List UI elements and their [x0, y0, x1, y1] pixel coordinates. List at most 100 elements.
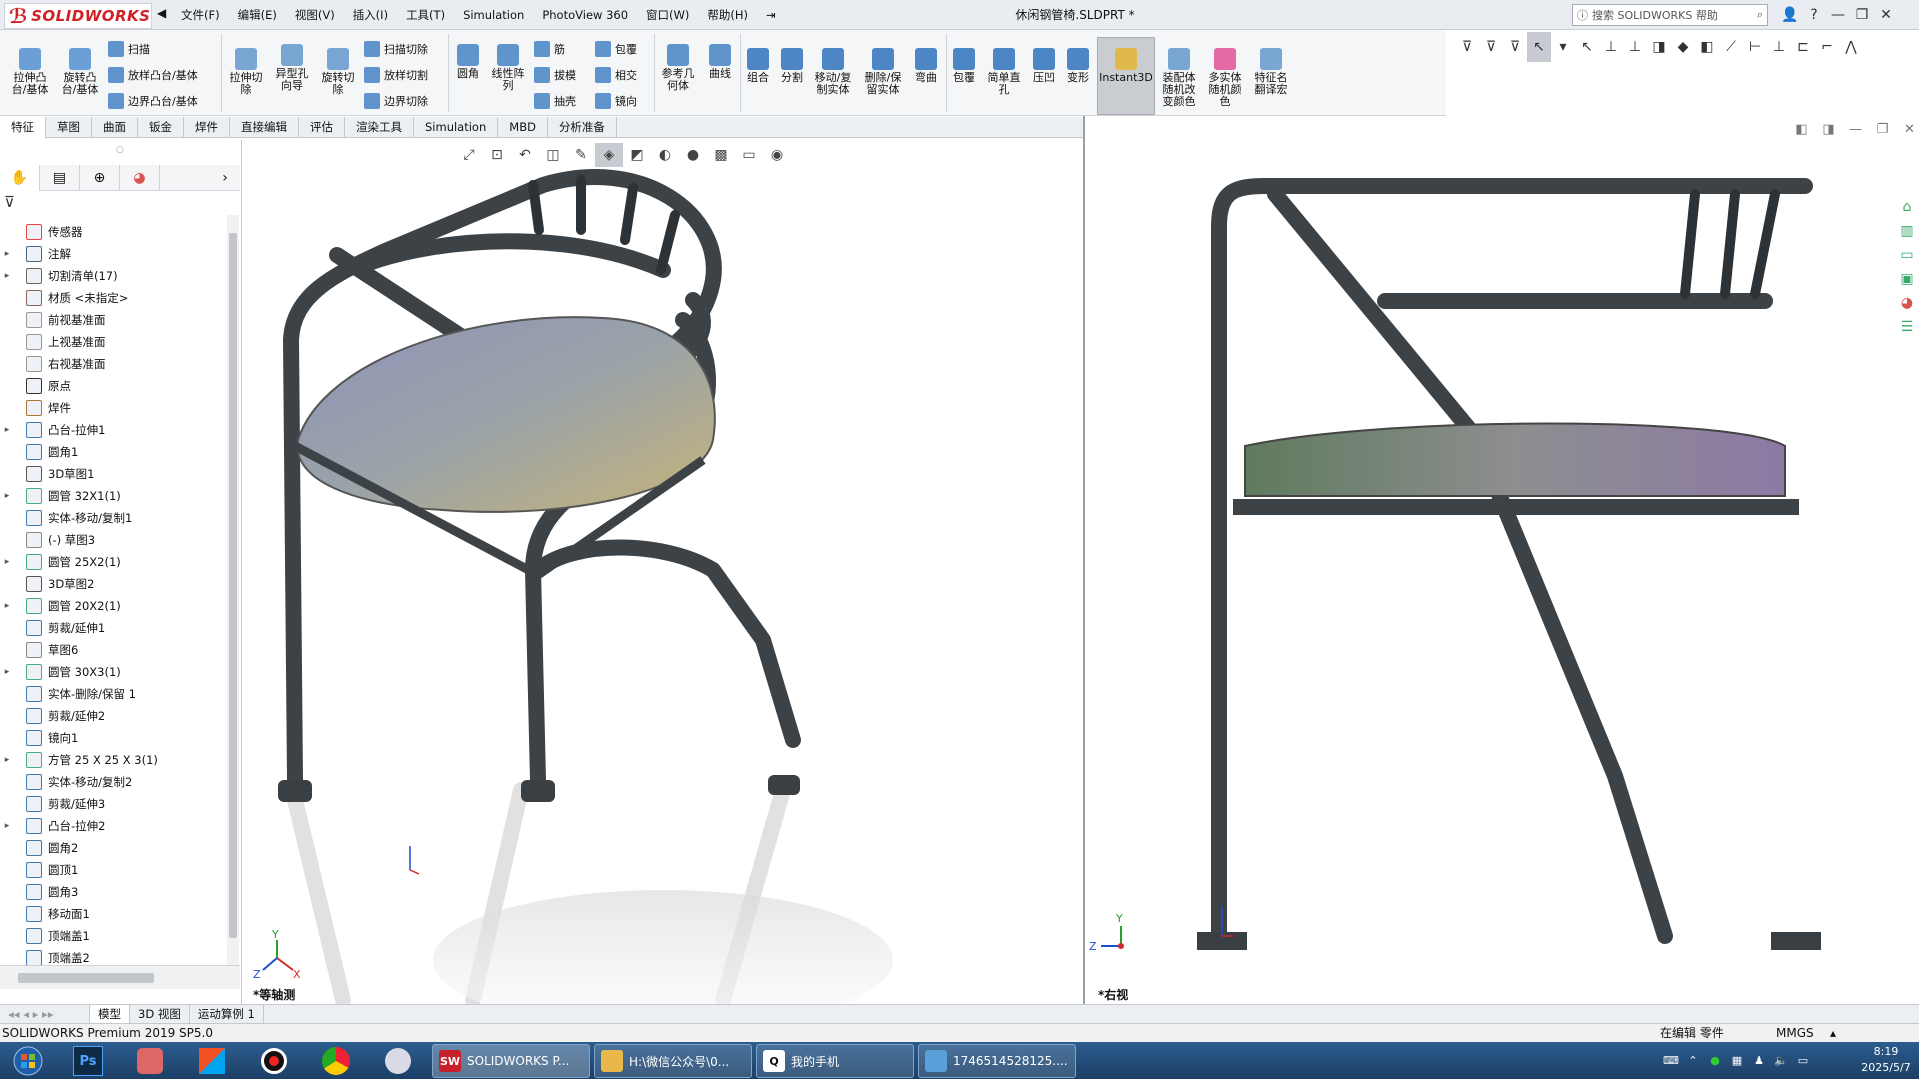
more-icon[interactable]: ⋀: [1839, 32, 1863, 62]
dimension-icon[interactable]: ⊢: [1743, 32, 1767, 62]
home-icon[interactable]: ⌂: [1896, 195, 1918, 219]
configuration-tab-icon[interactable]: ⊕: [80, 165, 120, 191]
tab-analysis-prep[interactable]: 分析准备: [548, 117, 617, 138]
menu-window[interactable]: 窗口(W): [637, 0, 698, 30]
wrap-button[interactable]: 包覆: [595, 38, 637, 60]
zoom-to-fit-icon[interactable]: ⤢: [455, 143, 483, 167]
horizontal-scroll-thumb[interactable]: [18, 973, 154, 983]
wrap-feature-button[interactable]: 包覆: [948, 48, 980, 84]
minimize-icon[interactable]: —: [1826, 0, 1850, 30]
keyboard-icon[interactable]: ⌨: [1660, 1054, 1682, 1067]
tree-node[interactable]: ▸ 圆管 25X2(1): [0, 551, 121, 573]
vertex-icon[interactable]: ⊥: [1767, 32, 1791, 62]
loft-cut-button[interactable]: 放样切割: [364, 64, 428, 86]
tree-node[interactable]: 实体-移动/复制1: [0, 507, 132, 529]
graphics-area-isometric[interactable]: Y Z X: [243, 140, 1083, 1030]
graphics-area-right[interactable]: YZ: [1085, 116, 1919, 1004]
feature-translate-button[interactable]: 特征名 翻译宏: [1250, 48, 1292, 96]
expand-icon[interactable]: ▸: [0, 491, 14, 501]
linear-pattern-button[interactable]: 线性阵 列: [486, 44, 530, 92]
clock[interactable]: 8:19 2025/5/7: [1856, 1044, 1916, 1076]
tree-node[interactable]: 实体-删除/保留 1: [0, 683, 136, 705]
viewport-restore-icon[interactable]: ❐: [1869, 122, 1896, 137]
menu-edit[interactable]: 编辑(E): [229, 0, 286, 30]
viewport-next-icon[interactable]: ◨: [1815, 122, 1842, 137]
tree-node[interactable]: ▸ 凸台-拉伸2: [0, 815, 105, 837]
user-icon[interactable]: 👤: [1778, 0, 1802, 30]
photoshop-icon[interactable]: Ps: [73, 1046, 103, 1076]
property-manager-tab-icon[interactable]: ▤: [40, 165, 80, 191]
menu-insert[interactable]: 插入(I): [344, 0, 397, 30]
expand-icon[interactable]: ▸: [0, 271, 14, 281]
hole-wizard-button[interactable]: 异型孔 向导: [270, 44, 314, 92]
menu-help[interactable]: 帮助(H): [698, 0, 757, 30]
loft-boss-button[interactable]: 放样凸台/基体: [108, 64, 198, 86]
help-question-icon[interactable]: ?: [1802, 0, 1826, 30]
tree-node[interactable]: 移动面1: [0, 903, 90, 925]
menu-photoview[interactable]: PhotoView 360: [533, 0, 637, 30]
tab-simulation[interactable]: Simulation: [414, 117, 499, 138]
tab-mbd[interactable]: MBD: [498, 117, 548, 138]
filter-color-icon[interactable]: ⊽: [1503, 32, 1527, 62]
boundary-cut-button[interactable]: 边界切除: [364, 90, 428, 112]
file-explorer-icon[interactable]: ▣: [1896, 267, 1918, 291]
realview-icon[interactable]: ◉: [763, 143, 791, 167]
tab-render-tools[interactable]: 渲染工具: [345, 117, 414, 138]
appearance-tab-icon[interactable]: ◕: [120, 165, 160, 191]
section-view-icon[interactable]: ◫: [539, 143, 567, 167]
origin-select-icon[interactable]: ⌐: [1815, 32, 1839, 62]
select-disabled-icon[interactable]: ↖: [1575, 32, 1599, 62]
expand-panel-icon[interactable]: ›: [210, 165, 240, 191]
tree-node[interactable]: 上视基准面: [0, 331, 106, 353]
tree-node[interactable]: 3D草图2: [0, 573, 95, 595]
combine-button[interactable]: 组合: [742, 48, 774, 84]
menu-file[interactable]: 文件(F): [172, 0, 229, 30]
custom-properties-icon[interactable]: ☰: [1896, 315, 1918, 339]
expand-icon[interactable]: ▸: [0, 821, 14, 831]
menu-tools[interactable]: 工具(T): [397, 0, 454, 30]
app-pin-2-icon[interactable]: [125, 1045, 175, 1077]
dropdown-icon[interactable]: ▾: [1551, 32, 1575, 62]
tree-node[interactable]: ▸ 圆管 32X1(1): [0, 485, 121, 507]
view-orientation-icon[interactable]: ◈: [595, 143, 623, 167]
resources-icon[interactable]: ▥: [1896, 219, 1918, 243]
simple-hole-button[interactable]: 简单直 孔: [982, 48, 1026, 96]
start-button[interactable]: [6, 1043, 50, 1079]
search-icon[interactable]: ⌕: [1757, 8, 1763, 22]
extrude-boss-button[interactable]: 拉伸凸 台/基体: [8, 48, 52, 96]
tree-node[interactable]: ▸ 凸台-拉伸1: [0, 419, 105, 441]
viewport-minimize-icon[interactable]: —: [1842, 122, 1869, 137]
tab-sheet-metal[interactable]: 钣金: [138, 117, 184, 138]
tree-node[interactable]: 右视基准面: [0, 353, 106, 375]
tree-node[interactable]: 传感器: [0, 221, 83, 243]
qq-tray-icon[interactable]: ♟: [1748, 1054, 1770, 1067]
tree-node[interactable]: 镜向1: [0, 727, 78, 749]
design-library-icon[interactable]: ▭: [1896, 243, 1918, 267]
expand-icon[interactable]: ▸: [0, 601, 14, 611]
tree-node[interactable]: 剪裁/延伸1: [0, 617, 105, 639]
chrome-icon[interactable]: [311, 1045, 361, 1077]
record-icon[interactable]: [249, 1045, 299, 1077]
intersect-button[interactable]: 相交: [595, 64, 637, 86]
tree-node[interactable]: 草图6: [0, 639, 78, 661]
tab-3d-views[interactable]: 3D 视图: [130, 1004, 190, 1024]
apply-scene-icon[interactable]: ▩: [707, 143, 735, 167]
tree-node[interactable]: ▸ 切割清单(17): [0, 265, 118, 287]
viewport-close-icon[interactable]: ✕: [1896, 122, 1919, 137]
tree-node[interactable]: 剪裁/延伸2: [0, 705, 105, 727]
tree-scrollbar-thumb[interactable]: [229, 233, 237, 938]
dynamic-annotation-icon[interactable]: ✎: [567, 143, 595, 167]
app-pin-3-icon[interactable]: [187, 1045, 237, 1077]
tab-surfaces[interactable]: 曲面: [92, 117, 138, 138]
zoom-area-icon[interactable]: ⊡: [483, 143, 511, 167]
tree-scrollbar[interactable]: [227, 215, 239, 983]
tree-node[interactable]: 剪裁/延伸3: [0, 793, 105, 815]
select-pointer-icon[interactable]: ↖: [1527, 32, 1551, 62]
filter-icon[interactable]: ⊽: [1455, 32, 1479, 62]
app-tray-icon[interactable]: ▦: [1726, 1054, 1748, 1067]
appearances-icon[interactable]: ◕: [1896, 291, 1918, 315]
reference-geometry-button[interactable]: 参考几 何体: [656, 44, 700, 92]
expand-icon[interactable]: ▸: [0, 425, 14, 435]
tab-evaluate[interactable]: 评估: [299, 117, 345, 138]
hide-show-icon[interactable]: ◐: [651, 143, 679, 167]
